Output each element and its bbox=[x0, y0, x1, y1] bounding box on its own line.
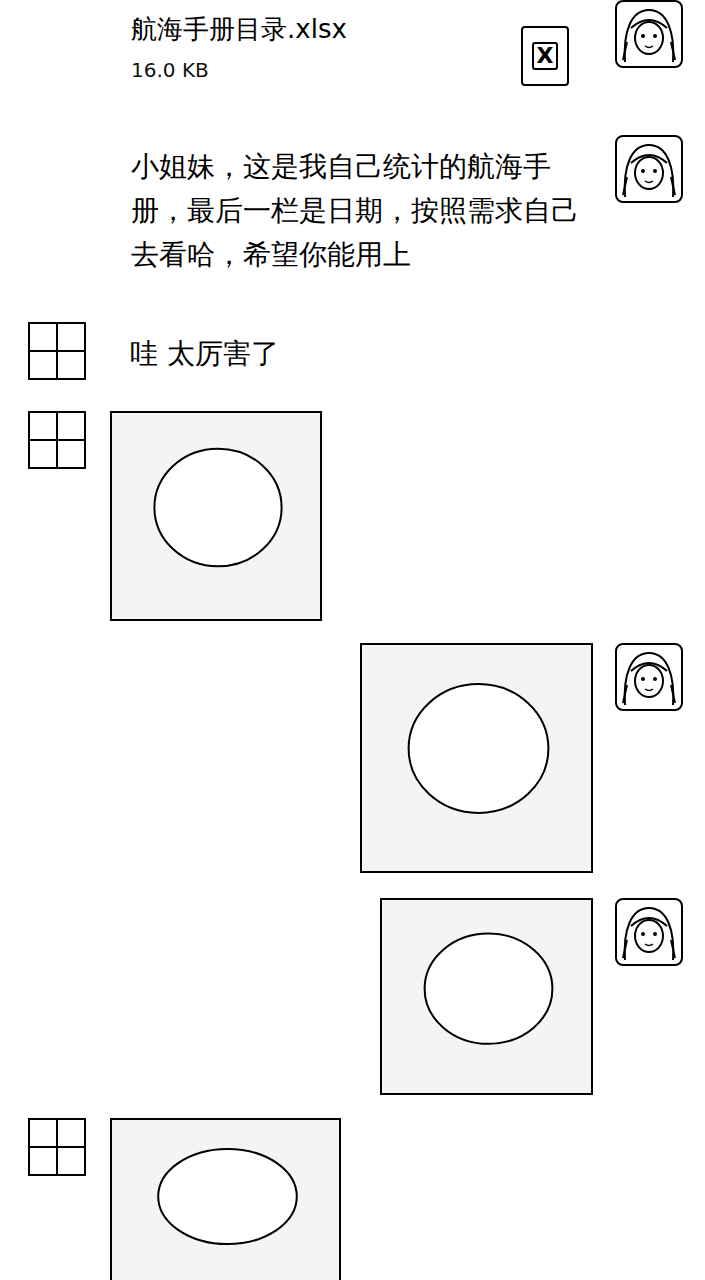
sticker-image[interactable] bbox=[360, 643, 593, 873]
excel-file-icon: X bbox=[521, 26, 569, 86]
text-message[interactable]: 哇 太厉害了 bbox=[110, 322, 293, 386]
message-row bbox=[0, 1118, 705, 1280]
file-message[interactable]: 航海手册目录.xlsx 16.0 KB X bbox=[111, 0, 593, 110]
text-message[interactable]: 小姐妹，这是我自己统计的航海手册，最后一栏是日期，按照需求自己去看哈，希望你能用… bbox=[111, 135, 593, 287]
message-row bbox=[0, 411, 705, 621]
file-info: 航海手册目录.xlsx 16.0 KB bbox=[131, 12, 347, 84]
contact-avatar-icon[interactable] bbox=[28, 1118, 86, 1176]
file-size: 16.0 KB bbox=[131, 56, 347, 84]
message-row bbox=[0, 898, 705, 1095]
girl-avatar-icon[interactable] bbox=[615, 0, 683, 68]
message-row: 哇 太厉害了 bbox=[0, 322, 705, 386]
message-row: 航海手册目录.xlsx 16.0 KB X bbox=[0, 0, 705, 110]
chat-list: 航海手册目录.xlsx 16.0 KB X 小姐妹，这是我自己统计的航海手册，最后一栏… bbox=[0, 0, 705, 1280]
girl-avatar-icon[interactable] bbox=[615, 898, 683, 966]
girl-avatar-icon[interactable] bbox=[615, 643, 683, 711]
girl-avatar-icon[interactable] bbox=[615, 135, 683, 203]
sticker-image[interactable] bbox=[110, 1118, 341, 1280]
sticker-image[interactable] bbox=[380, 898, 593, 1095]
message-row: 小姐妹，这是我自己统计的航海手册，最后一栏是日期，按照需求自己去看哈，希望你能用… bbox=[0, 135, 705, 287]
contact-avatar-icon[interactable] bbox=[28, 411, 86, 469]
file-name: 航海手册目录.xlsx bbox=[131, 12, 347, 46]
sticker-image[interactable] bbox=[110, 411, 322, 621]
file-icon-letter: X bbox=[532, 42, 559, 70]
message-row bbox=[0, 643, 705, 873]
contact-avatar-icon[interactable] bbox=[28, 322, 86, 380]
